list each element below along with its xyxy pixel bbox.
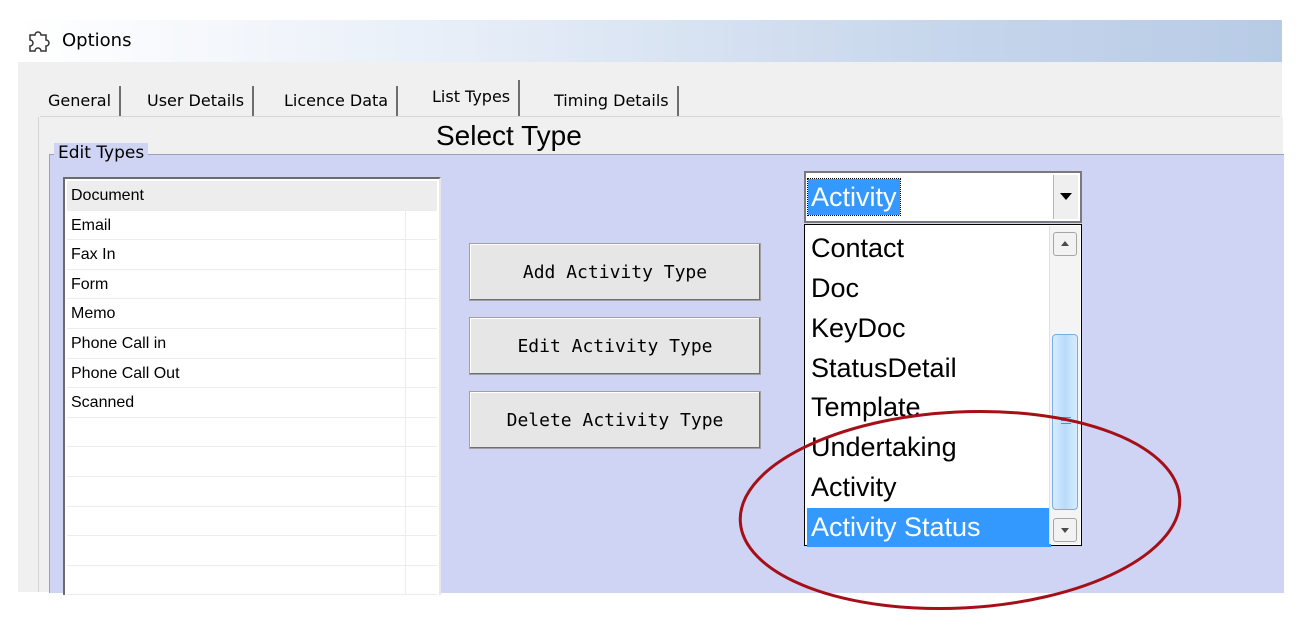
scroll-up-button[interactable] <box>1053 232 1077 256</box>
window-title: Options <box>62 30 132 51</box>
list-item[interactable]: Fax In <box>67 240 437 270</box>
select-type-label: Select Type <box>436 120 582 151</box>
list-item[interactable]: Scanned <box>67 388 437 418</box>
list-item[interactable] <box>67 417 437 448</box>
puzzle-icon <box>26 27 52 53</box>
tab-user-details[interactable]: User Details <box>139 86 255 116</box>
list-item[interactable] <box>67 506 437 537</box>
dropdown-option[interactable]: Contact <box>807 229 1051 268</box>
tab-licence-data[interactable]: Licence Data <box>276 86 399 116</box>
tab-general[interactable]: General <box>40 86 122 116</box>
list-item[interactable] <box>67 476 437 507</box>
combo-selected-value: Activity <box>807 178 901 216</box>
type-list[interactable]: Document Email Fax In Form Memo Phone Call in… <box>63 177 441 596</box>
list-item[interactable] <box>67 565 437 596</box>
tab-timing-details[interactable]: Timing Details <box>546 86 679 116</box>
annotation-ellipse <box>738 409 1182 611</box>
dropdown-option[interactable]: KeyDoc <box>807 309 1051 348</box>
type-list-rows: Document Email Fax In Form Memo Phone Call in… <box>67 181 437 596</box>
tab-list-types[interactable]: List Types <box>424 80 521 116</box>
tab-strip: General User Details Licence Data List T… <box>40 80 740 116</box>
group-label: Edit Types <box>54 143 149 163</box>
list-item[interactable]: Phone Call in <box>67 328 437 359</box>
list-item[interactable]: Form <box>67 269 437 300</box>
select-type-combo[interactable]: Activity <box>804 171 1082 223</box>
dropdown-option[interactable]: Doc <box>807 269 1051 308</box>
list-item[interactable] <box>67 536 437 566</box>
add-activity-type-button[interactable]: Add Activity Type <box>469 243 761 301</box>
list-item[interactable]: Document <box>67 181 437 211</box>
combo-dropdown-button[interactable] <box>1053 175 1078 219</box>
list-item[interactable]: Phone Call Out <box>67 358 437 389</box>
edit-activity-type-button[interactable]: Edit Activity Type <box>469 317 761 375</box>
title-bar[interactable]: Options <box>18 20 1282 62</box>
list-item[interactable]: Memo <box>67 299 437 329</box>
dropdown-option[interactable]: StatusDetail <box>807 349 1051 388</box>
list-item[interactable]: Email <box>67 210 437 241</box>
delete-activity-type-button[interactable]: Delete Activity Type <box>469 391 761 449</box>
list-item[interactable] <box>67 447 437 477</box>
